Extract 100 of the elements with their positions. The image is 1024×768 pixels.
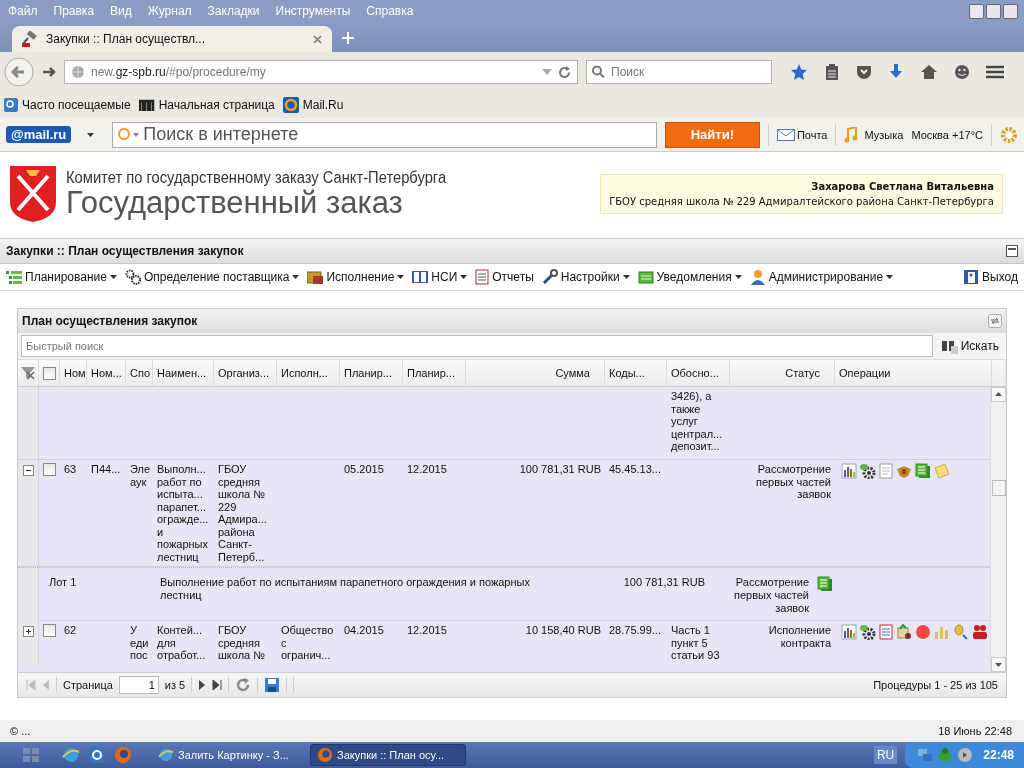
select-all-checkbox[interactable] [42,366,56,380]
collapse-icon[interactable] [22,465,34,476]
address-field[interactable]: new.gz-spb.ru/#po/procedure/my [64,60,578,84]
refresh-icon[interactable] [988,314,1002,328]
new-tab-icon[interactable] [342,32,354,44]
user-name: Захарова Светлана Витальевна [811,181,994,192]
speaker-icon[interactable] [957,747,974,763]
taskbar-button[interactable]: Закупки :: План осу... [310,744,466,766]
column-header[interactable]: Статус [730,360,835,386]
reload-icon[interactable] [558,65,571,79]
bookmark-link[interactable]: Часто посещаемые [4,98,131,112]
column-header[interactable]: Коды... [605,360,667,386]
column-header[interactable]: Наимен... [153,360,214,386]
page-number-field[interactable]: 1 [118,676,159,694]
scroll-up-icon[interactable] [991,387,1006,402]
row-checkbox[interactable] [43,463,56,476]
browser-tab[interactable]: Закупки :: План осуществл... [12,26,332,52]
scrollbar[interactable] [990,387,1006,672]
forward-icon[interactable] [42,65,56,79]
close-icon[interactable] [313,34,322,44]
bar-chart-icon[interactable] [841,624,857,640]
taskbar-button[interactable]: Залить Картинку - З... [152,744,302,766]
refresh-icon[interactable] [235,677,252,693]
menu-button[interactable]: Настройки [541,269,630,285]
menu-button[interactable]: Администрирование [749,269,894,285]
next-page-icon[interactable] [198,680,207,690]
fox-globe-icon[interactable] [114,746,132,764]
table-cell: 12.2015 [407,463,447,476]
column-header[interactable]: Планир... [403,360,466,386]
music-link[interactable]: Музыка [844,126,904,143]
last-page-icon[interactable] [212,680,223,690]
row-checkbox[interactable] [43,624,56,637]
scroll-thumb[interactable] [991,480,1006,496]
menu-icon[interactable] [986,65,1004,79]
column-header[interactable]: Обосно... [667,360,730,386]
dropdown-icon[interactable] [542,69,552,75]
tree-list-icon [6,270,22,284]
quick-search-field[interactable]: Быстрый поиск [21,335,933,357]
table-cell: У еди пос [130,624,149,662]
user-icon [749,269,766,285]
column-header[interactable]: Организ... [214,360,277,386]
bookmark-link[interactable]: Mail.Ru [282,97,344,113]
people-icon[interactable] [972,624,988,640]
menu-button[interactable]: Планирование [6,270,117,284]
minimize-button[interactable] [969,3,984,19]
expand-icon[interactable] [22,626,34,637]
scroll-down-icon[interactable] [991,657,1006,672]
settings-icon[interactable] [1000,125,1018,144]
column-header[interactable]: Ном... [87,360,126,386]
spreadsheet-icon[interactable] [817,576,833,592]
collapse-icon[interactable] [1006,245,1018,257]
pocket-icon[interactable] [856,64,872,80]
gear-icon[interactable] [860,463,876,479]
menu-button[interactable]: Определение поставщика [124,269,300,285]
smiley-icon[interactable] [954,64,970,80]
exit-button[interactable]: Выход [963,269,1018,285]
menu-button[interactable]: Исполнение [307,270,405,284]
fox-globe-icon [317,747,333,763]
start-icon[interactable] [22,747,40,763]
menu-button[interactable]: Уведомления [637,270,742,284]
search-button[interactable]: Искать [936,338,1003,354]
column-header[interactable]: Планир... [340,360,403,386]
language-indicator[interactable]: RU [873,746,898,764]
folder-icon [307,270,324,284]
gear-icon[interactable] [860,624,876,640]
gavel-icon [22,31,38,47]
menu-button[interactable]: НСИ [412,270,468,284]
search-engine-icon[interactable] [118,127,141,142]
internet-search-field[interactable]: Поиск в интернете [112,121,657,148]
column-header[interactable]: Сумма [466,360,605,386]
network-icon[interactable] [917,747,934,763]
download-icon[interactable] [888,64,904,80]
close-button[interactable] [1003,3,1018,19]
bookmark-link[interactable]: Начальная страница [138,98,275,112]
star-icon[interactable] [790,63,808,81]
mail-logo[interactable]: @mail.ru [6,126,72,143]
column-header[interactable]: Спо [126,360,153,386]
mail-link[interactable]: Почта [776,128,828,141]
weather-text[interactable]: Москва +17°C [911,128,983,141]
restore-button[interactable] [986,3,1001,19]
at-sign-icon [282,97,299,113]
page-title: Закупки :: План осуществления закупок [6,244,244,258]
panel-title: План осуществления закупок [22,314,198,328]
column-header[interactable]: Ном [60,360,87,386]
table-cell: 10 158,40 RUB [525,624,601,637]
column-header[interactable]: Операции [835,360,992,386]
spreadsheet-icon[interactable] [915,463,931,479]
bar-chart-icon[interactable] [841,463,857,479]
menu-button[interactable]: Отчеты [475,269,534,285]
home-icon[interactable] [920,64,938,80]
back-button[interactable] [4,57,34,87]
status-text: © ... [10,725,31,737]
clipboard-icon[interactable] [824,64,840,80]
scroll-icon[interactable] [896,624,912,640]
clear-filter-icon[interactable] [21,366,35,380]
column-header[interactable]: Исполн... [277,360,340,386]
book-icon [412,270,429,284]
eagle-emblem-icon[interactable] [896,463,912,479]
search-field[interactable]: Поиск [586,60,772,84]
save-icon[interactable] [264,677,281,693]
